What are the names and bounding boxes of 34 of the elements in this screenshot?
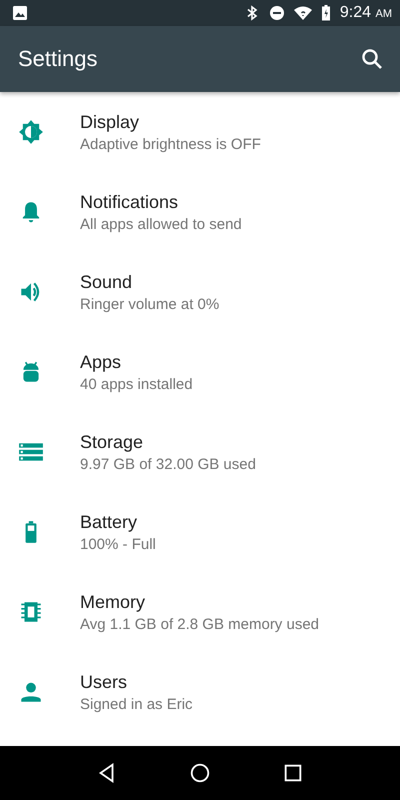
screen-title: Settings	[18, 46, 98, 72]
item-title: Storage	[80, 432, 144, 452]
settings-item[interactable]: Apps 40 apps installed	[0, 332, 400, 412]
item-summary: Adaptive brightness is OFF	[80, 136, 261, 152]
brightness-icon	[18, 119, 44, 145]
item-title: Apps	[80, 352, 122, 372]
item-title: Display	[80, 112, 140, 132]
item-summary: Ringer volume at 0%	[80, 296, 220, 312]
settings-item[interactable]: Users Signed in as Eric	[0, 652, 400, 732]
item-title: Battery	[80, 512, 138, 532]
recents-icon[interactable]	[282, 762, 304, 784]
item-summary: 40 apps installed	[80, 376, 193, 392]
item-summary: 9.97 GB of 32.00 GB used	[80, 456, 256, 472]
home-icon[interactable]	[188, 762, 211, 784]
item-summary: All apps allowed to send	[80, 216, 242, 232]
search-icon[interactable]	[360, 47, 384, 71]
settings-item[interactable]: Storage 9.97 GB of 32.00 GB used	[0, 412, 400, 492]
do-not-disturb-icon	[268, 5, 285, 21]
item-title: Users	[80, 672, 128, 692]
settings-item[interactable]: Notifications All apps allowed to send	[0, 172, 400, 252]
battery-icon	[320, 5, 331, 21]
wifi-icon	[294, 5, 312, 21]
settings-item[interactable]: Sound Ringer volume at 0%	[0, 252, 400, 332]
image-icon	[12, 5, 28, 21]
clock-text: 9:24 AM	[340, 4, 392, 22]
item-summary: Signed in as Eric	[80, 696, 193, 712]
settings-item[interactable]: Display Adaptive brightness is OFF	[0, 92, 400, 172]
item-title: Sound	[80, 272, 134, 292]
item-summary: Avg 1.1 GB of 2.8 GB memory used	[80, 616, 320, 632]
settings-item[interactable]: Battery 100% - Full	[0, 492, 400, 572]
item-title: Memory	[80, 592, 146, 612]
settings-item[interactable]: Memory Avg 1.1 GB of 2.8 GB memory used	[0, 572, 400, 652]
item-title: Notifications	[80, 192, 180, 212]
item-summary: 100% - Full	[80, 536, 156, 552]
